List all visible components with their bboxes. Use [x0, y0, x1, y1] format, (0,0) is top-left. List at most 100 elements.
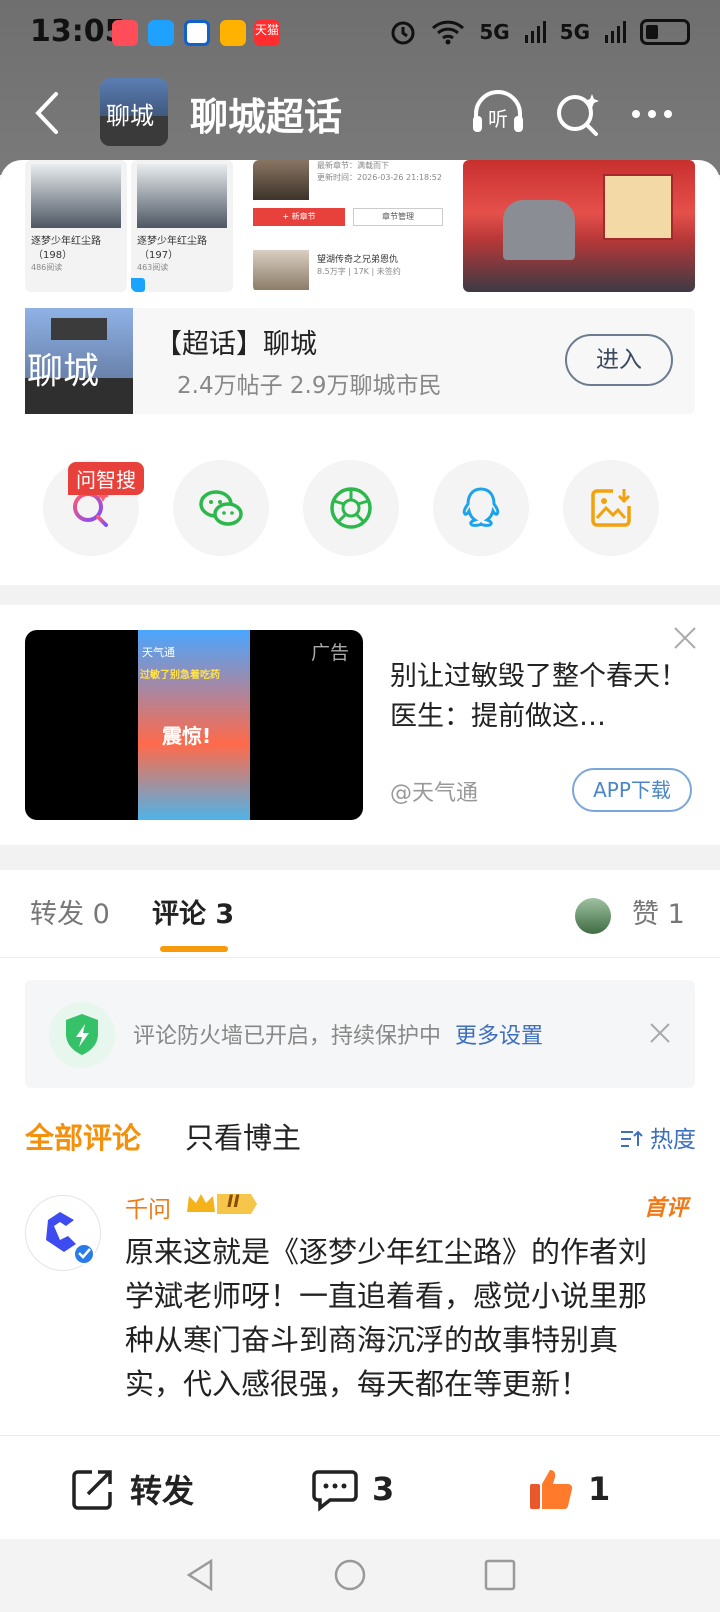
thumb3-book: 望湖传奇之兄弟恩仇: [317, 255, 399, 265]
qq-icon: [462, 487, 500, 527]
signal-1-icon: [524, 21, 546, 43]
avatar-text: 聊城: [106, 102, 154, 130]
firewall-notice: 评论防火墙已开启，持续保护中 更多设置: [25, 980, 695, 1088]
header-area: 13:05 天猫 5G 5G 聊城 聊城超话 听: [0, 0, 720, 175]
firewall-message: 评论防火墙已开启，持续保护中: [133, 1024, 442, 1049]
ad-poster: 天气通 过敏了别急着吃药 震惊!: [138, 630, 250, 820]
stone-shape: [503, 200, 575, 260]
signal-1-label: 5G: [479, 20, 510, 44]
comments-section: 转发 0 评论 3 赞 1 评论防火墙已开启，持续保护中 更多设置 全部评论 只看…: [0, 870, 720, 1435]
tab-comment[interactable]: 评论 3: [152, 892, 234, 931]
comment-text[interactable]: 原来这就是《逐梦少年红尘路》的作者刘学斌老师呀！一直追着看，感觉小说里那种从寒门…: [125, 1230, 675, 1406]
ad-poster-line3: 震惊!: [162, 724, 212, 748]
tab-indicator: [160, 946, 228, 952]
note-icon: [220, 20, 246, 46]
comment-count: 3: [372, 1470, 395, 1508]
thumb1-reads: 486阅读: [31, 263, 63, 272]
listen-label: 听: [488, 107, 508, 131]
nav-back-icon[interactable]: [183, 1557, 219, 1593]
wifi-icon: [432, 20, 465, 45]
filter-author-only[interactable]: 只看博主: [185, 1115, 301, 1157]
close-icon[interactable]: [647, 1020, 673, 1046]
more-settings-link[interactable]: 更多设置: [455, 1024, 543, 1049]
nav-bar: 聊城 聊城超话 听: [0, 70, 720, 160]
comment-tabs: 转发 0 评论 3 赞 1: [0, 870, 720, 958]
search-icon[interactable]: [548, 84, 608, 144]
share-qq[interactable]: [433, 460, 529, 556]
thumb3-line1: 最新章节：满载而下: [317, 161, 389, 170]
close-icon[interactable]: [672, 625, 698, 651]
tmall-icon: 天猫: [254, 20, 280, 46]
tab-repost[interactable]: 转发 0: [30, 892, 110, 931]
shield-icon: [49, 1002, 115, 1068]
post-image-4[interactable]: [463, 160, 695, 292]
share-wechat[interactable]: [173, 460, 269, 556]
ad-source: @天气通: [390, 781, 479, 806]
user-level-text: II: [227, 1192, 240, 1212]
topic-stats: 2.4万帖子 2.9万聊城市民: [177, 373, 442, 399]
ad-poster-line1: 天气通: [142, 646, 175, 659]
post-image-1[interactable]: 逐梦少年红尘路 （198） 486阅读: [25, 160, 127, 292]
status-bar: 13:05 天猫 5G 5G: [0, 0, 720, 68]
like-count: 1: [588, 1470, 611, 1508]
repost-button[interactable]: 转发: [68, 1464, 194, 1514]
ad-card[interactable]: 天气通 过敏了别急着吃药 震惊! 广告 别让过敏毁了整个春天！医生：提前做这… …: [0, 605, 720, 845]
moments-icon: [330, 487, 372, 529]
sort-icon: [620, 1130, 643, 1147]
enter-button[interactable]: 进入: [565, 334, 673, 386]
bottom-action-bar: 转发 3 1: [0, 1435, 720, 1539]
tmall-label: 天猫: [254, 23, 279, 37]
ad-tag: 广告: [310, 642, 349, 664]
post-image-2[interactable]: 逐梦少年红尘路 （197） 463阅读: [131, 160, 233, 292]
back-arrow-icon[interactable]: [28, 88, 68, 138]
post-image-strip: 逐梦少年红尘路 （198） 486阅读 逐梦少年红尘路 （197） 463阅读 …: [25, 160, 695, 292]
qianwen-logo-icon: [46, 1212, 95, 1265]
mail-icon: [112, 20, 138, 46]
sort-label: 热度: [650, 1127, 696, 1153]
post-image-3[interactable]: 最新章节：满载而下 更新时间：2026-03-26 21:18:52 + 新章节…: [253, 160, 449, 292]
topic-avatar[interactable]: 聊城: [100, 78, 168, 146]
comment-button[interactable]: 3: [310, 1464, 394, 1514]
listen-icon[interactable]: 听: [468, 84, 528, 144]
post-content-sheet: 逐梦少年红尘路 （198） 486阅读 逐梦少年红尘路 （197） 463阅读 …: [0, 160, 720, 585]
status-right: 5G 5G: [389, 14, 690, 50]
thumb3-line2: 更新时间：2026-03-26 21:18:52: [317, 173, 442, 182]
thumb1-title: 逐梦少年红尘路: [31, 236, 101, 247]
more-icon[interactable]: [622, 84, 682, 144]
topic-card[interactable]: 聊城 【超话】聊城 2.4万帖子 2.9万聊城市民 进入: [25, 308, 695, 414]
signal-2-label: 5G: [559, 20, 590, 44]
nav-home-icon[interactable]: [332, 1557, 368, 1593]
chat-icon: [148, 20, 174, 46]
like-button[interactable]: 1: [526, 1464, 610, 1514]
thumb3-manage-button: 章节管理: [353, 208, 443, 226]
thumb1-count: （198）: [33, 250, 73, 261]
thumb2-reads: 463阅读: [137, 263, 169, 272]
share-moments[interactable]: [303, 460, 399, 556]
alarm-icon: [391, 21, 415, 45]
poster-shape: [603, 174, 673, 240]
page-title: 聊城超话: [190, 95, 343, 139]
avatar[interactable]: [25, 1195, 101, 1271]
topic-image-text: 聊城: [27, 351, 100, 392]
ask-ai-badge: 问智搜: [68, 462, 144, 495]
ad-title[interactable]: 别让过敏毁了整个春天！医生：提前做这…: [390, 657, 700, 737]
sort-by-hot[interactable]: 热度: [619, 1120, 696, 1154]
shield-svg: [66, 1014, 98, 1055]
thumbs-up-icon: [530, 1470, 573, 1510]
liker-avatar[interactable]: [575, 898, 611, 934]
comment-username[interactable]: 千问: [125, 1190, 171, 1224]
tower-shape: [51, 318, 107, 340]
battery-icon: [640, 19, 690, 45]
nav-recents-icon[interactable]: [482, 1557, 518, 1593]
thumb2-count: （197）: [139, 250, 179, 261]
photo-shape: [31, 164, 121, 228]
system-nav-bar: [0, 1539, 720, 1612]
tab-like[interactable]: 赞 1: [632, 892, 685, 931]
thumb2-title: 逐梦少年红尘路: [137, 236, 207, 247]
ad-poster-line2: 过敏了别急着吃药: [140, 670, 220, 681]
share-save-image[interactable]: [563, 460, 659, 556]
ad-video[interactable]: 天气通 过敏了别急着吃药 震惊! 广告: [25, 630, 363, 820]
filter-all-comments[interactable]: 全部评论: [25, 1115, 141, 1157]
app-download-button[interactable]: APP下载: [572, 768, 692, 812]
crown-icon: [187, 1194, 257, 1214]
